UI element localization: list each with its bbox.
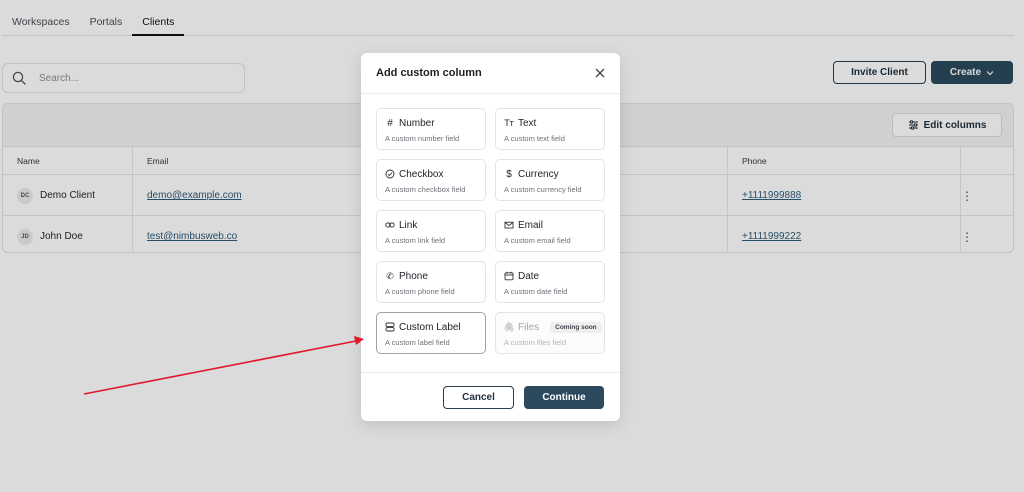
column-type-link[interactable]: Link A custom link field — [376, 210, 486, 252]
option-description: A custom email field — [504, 236, 571, 245]
column-type-files: 🖇 Files Coming soon A custom files field — [495, 312, 605, 354]
option-label: Number — [399, 117, 435, 129]
calendar-icon — [504, 271, 514, 281]
option-label: Custom Label — [399, 321, 461, 333]
option-description: A custom label field — [385, 338, 450, 347]
continue-button[interactable]: Continue — [524, 386, 604, 409]
option-label: Email — [518, 219, 544, 231]
column-type-date[interactable]: Date A custom date field — [495, 261, 605, 303]
column-type-phone[interactable]: ✆ Phone A custom phone field — [376, 261, 486, 303]
option-label: Files — [518, 321, 540, 333]
column-type-number[interactable]: # Number A custom number field — [376, 108, 486, 150]
option-description: A custom link field — [385, 236, 446, 245]
dialog-footer: Cancel Continue — [361, 372, 620, 421]
checkbox-icon — [385, 169, 395, 179]
option-label: Phone — [399, 270, 428, 282]
mail-icon — [504, 221, 514, 229]
option-description: A custom phone field — [385, 287, 455, 296]
add-custom-column-dialog: Add custom column # Number A custom numbe… — [361, 53, 620, 421]
label-icon — [385, 322, 395, 332]
option-description: A custom currency field — [504, 185, 582, 194]
option-description: A custom text field — [504, 134, 565, 143]
dialog-title: Add custom column — [376, 67, 482, 79]
option-label: Date — [518, 270, 540, 282]
option-description: A custom files field — [504, 338, 567, 347]
cancel-button[interactable]: Cancel — [443, 386, 514, 409]
link-icon — [385, 222, 395, 228]
dollar-icon: $ — [506, 168, 512, 180]
close-icon[interactable] — [592, 65, 608, 81]
text-icon: Tт — [504, 118, 514, 128]
phone-icon: ✆ — [386, 270, 394, 281]
paperclip-icon: 🖇 — [503, 321, 515, 332]
option-label: Currency — [518, 168, 559, 180]
option-label: Checkbox — [399, 168, 444, 180]
option-label: Link — [399, 219, 418, 231]
hash-icon: # — [387, 117, 393, 129]
option-description: A custom number field — [385, 134, 460, 143]
option-description: A custom checkbox field — [385, 185, 466, 194]
column-type-checkbox[interactable]: Checkbox A custom checkbox field — [376, 159, 486, 201]
column-type-currency[interactable]: $ Currency A custom currency field — [495, 159, 605, 201]
column-type-custom-label[interactable]: Custom Label A custom label field — [376, 312, 486, 354]
option-description: A custom date field — [504, 287, 568, 296]
column-type-email[interactable]: Email A custom email field — [495, 210, 605, 252]
dialog-header: Add custom column — [361, 53, 620, 94]
column-type-text[interactable]: Tт Text A custom text field — [495, 108, 605, 150]
coming-soon-badge: Coming soon — [550, 321, 602, 333]
option-label: Text — [518, 117, 537, 129]
